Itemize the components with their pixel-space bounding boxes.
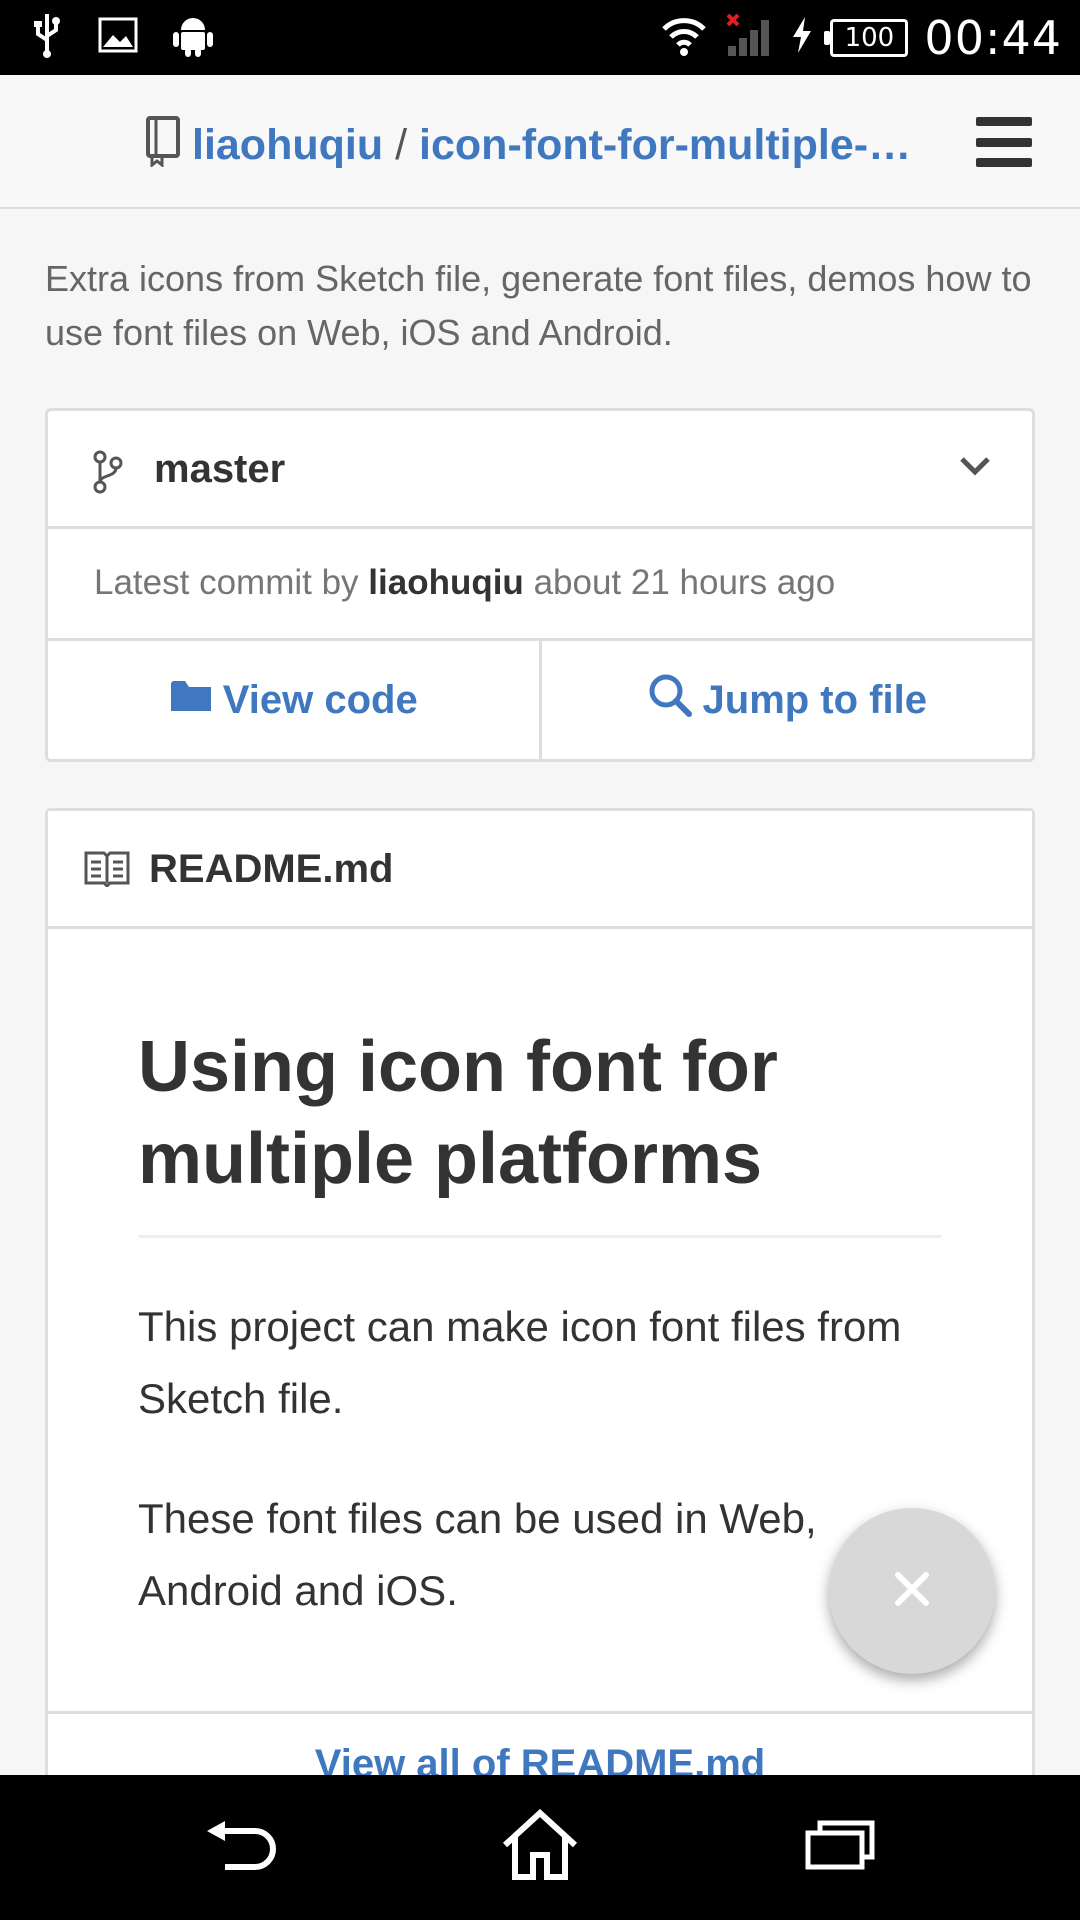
book-icon	[84, 849, 130, 892]
readme-heading: Using icon font for multiple platforms	[138, 1021, 942, 1238]
readme-paragraph: These font files can be used in Web, And…	[138, 1495, 817, 1614]
readme-content: Using icon font for multiple platforms T…	[48, 929, 1032, 1614]
branch-name: master	[154, 447, 286, 491]
home-icon	[501, 1808, 579, 1886]
image-icon	[98, 17, 138, 58]
repo-link[interactable]: icon-font-for-multiple-plat…	[419, 121, 932, 169]
close-button[interactable]	[829, 1508, 995, 1674]
commit-time: about 21 hours ago	[533, 563, 836, 602]
recents-button[interactable]	[785, 1798, 895, 1898]
readme-header: README.md	[48, 811, 1032, 929]
close-icon	[892, 1569, 932, 1614]
battery-level: 100	[844, 22, 895, 53]
repo-summary-box: master Latest commit by liaohuqiu about …	[45, 408, 1035, 762]
git-branch-icon	[92, 449, 124, 500]
android-icon	[172, 12, 214, 63]
jump-to-file-label: Jump to file	[702, 677, 927, 722]
home-button[interactable]	[485, 1798, 595, 1898]
hamburger-icon-bar	[976, 137, 1032, 147]
branch-selector[interactable]: master	[48, 411, 1032, 529]
readme-filename: README.md	[149, 847, 394, 891]
owner-link[interactable]: liaohuqiu	[192, 121, 383, 169]
hamburger-icon-bar	[976, 158, 1032, 167]
menu-button[interactable]	[976, 117, 1032, 167]
recent-apps-icon	[804, 1819, 876, 1876]
battery-icon: 100	[824, 18, 909, 57]
jump-to-file-button[interactable]: Jump to file	[538, 641, 1033, 759]
repo-description: Extra icons from Sketch file, generate f…	[45, 258, 1032, 353]
search-icon	[647, 672, 693, 728]
back-icon	[203, 1817, 277, 1878]
repo-header: liaohuqiu / icon-font-for-multiple-plat…	[0, 75, 1080, 209]
view-code-button[interactable]: View code	[48, 641, 539, 759]
wifi-icon	[660, 13, 708, 62]
clock: 00:44	[924, 10, 1062, 65]
breadcrumb-separator: /	[395, 121, 408, 169]
back-button[interactable]	[185, 1798, 295, 1898]
hamburger-icon-bar	[976, 117, 1032, 126]
commit-prefix: Latest commit by	[94, 563, 359, 602]
readme-paragraph: This project can make icon font files fr…	[138, 1303, 902, 1422]
folder-icon	[169, 677, 213, 723]
repo-actions: View code Jump to file	[48, 641, 1032, 759]
signal-icon	[724, 12, 774, 63]
commit-author[interactable]: liaohuqiu	[368, 563, 524, 602]
status-bar: 100 00:44	[0, 0, 1080, 75]
usb-icon	[30, 12, 64, 63]
chevron-down-icon	[958, 455, 992, 482]
charging-icon	[790, 15, 814, 60]
latest-commit: Latest commit by liaohuqiu about 21 hour…	[48, 529, 1032, 641]
readme-box: README.md Using icon font for multiple p…	[45, 808, 1035, 1908]
navigation-bar	[0, 1775, 1080, 1920]
view-code-label: View code	[222, 677, 418, 722]
repo-icon	[144, 115, 182, 172]
breadcrumb: liaohuqiu / icon-font-for-multiple-plat…	[192, 115, 932, 175]
